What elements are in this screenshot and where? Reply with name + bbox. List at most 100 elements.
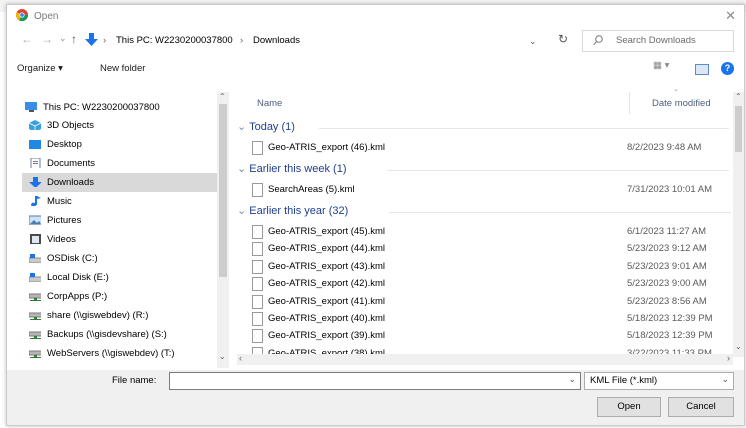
- file-row[interactable]: SearchAreas (5).kml 7/31/2023 10:01 AM: [237, 182, 737, 198]
- group-header-label: Today (1): [249, 121, 295, 133]
- group-divider: [387, 170, 729, 171]
- group-header[interactable]: ⌄ Today (1): [237, 120, 295, 136]
- nav-item[interactable]: Downloads: [22, 173, 219, 192]
- file-name: SearchAreas (5).kml: [268, 184, 355, 195]
- preview-pane-icon[interactable]: [695, 64, 709, 75]
- collapse-chevron-icon[interactable]: ⌄: [237, 163, 249, 175]
- scroll-down-arrow-icon[interactable]: ⌄: [219, 352, 226, 361]
- file-icon: [252, 329, 263, 344]
- file-name-dropdown-chevron-icon[interactable]: ⌄: [568, 374, 576, 385]
- collapse-chevron-icon[interactable]: ⌄: [237, 205, 249, 217]
- nav-item[interactable]: CorpApps (P:): [22, 287, 219, 306]
- file-icon: [252, 183, 263, 197]
- file-date-modified: 6/1/2023 11:27 AM: [627, 226, 707, 237]
- file-list-scrollbar[interactable]: ⌃ ⌄: [733, 92, 744, 357]
- nav-pane-scrollbar-thumb[interactable]: [219, 104, 227, 277]
- recent-locations-chevron-icon[interactable]: ⌄: [59, 33, 67, 44]
- nav-item[interactable]: Documents: [22, 154, 219, 173]
- search-placeholder: Search Downloads: [616, 35, 696, 46]
- scroll-up-arrow-icon[interactable]: ⌃: [735, 92, 742, 101]
- nav-item[interactable]: share (\\giswebdev) (R:): [22, 306, 219, 325]
- network-drive-icon: [29, 312, 41, 320]
- address-bar[interactable]: › This PC: W2230200037800 › Downloads: [80, 30, 552, 52]
- file-date-modified: 7/31/2023 10:01 AM: [627, 184, 713, 195]
- file-row[interactable]: Geo-ATRIS_export (40).kml 5/18/2023 12:39…: [237, 311, 737, 327]
- nav-item[interactable]: Videos: [22, 230, 219, 249]
- nav-item[interactable]: Local Disk (E:): [22, 268, 219, 287]
- nav-item[interactable]: WebServers (\\giswebdev) (T:): [22, 344, 219, 363]
- file-icon: [252, 242, 263, 257]
- forward-arrow-icon[interactable]: →: [41, 32, 53, 46]
- nav-item-label: Local Disk (E:): [47, 272, 109, 283]
- file-row[interactable]: Geo-ATRIS_export (42).kml 5/23/2023 9:00 …: [237, 276, 737, 292]
- close-button[interactable]: ✕: [725, 8, 736, 24]
- nav-item[interactable]: Backups (\\gisdevshare) (S:): [22, 325, 219, 344]
- file-row[interactable]: Geo-ATRIS_export (43).kml 5/23/2023 9:01 …: [237, 259, 737, 275]
- dialog-title: Open: [34, 11, 59, 22]
- file-name-input[interactable]: ⌄: [169, 372, 581, 390]
- file-name: Geo-ATRIS_export (42).kml: [268, 278, 386, 290]
- file-row[interactable]: Geo-ATRIS_export (39).kml 5/18/2023 12:39…: [237, 328, 737, 344]
- file-list: ⌄ Today (1) Geo-ATRIS_export (46).kml 8/2/…: [237, 93, 737, 369]
- pictures-icon: [29, 215, 41, 225]
- group-header[interactable]: ⌄ Earlier this year (32): [237, 204, 348, 220]
- address-dropdown-chevron-icon[interactable]: ⌄: [529, 36, 537, 47]
- cube-icon: [29, 120, 41, 130]
- help-icon[interactable]: ?: [721, 62, 734, 75]
- new-folder-button[interactable]: New folder: [100, 63, 145, 74]
- nav-item-label: 3D Objects: [47, 120, 94, 131]
- file-row[interactable]: Geo-ATRIS_export (45).kml 6/1/2023 11:27 …: [237, 224, 737, 240]
- file-row[interactable]: Geo-ATRIS_export (46).kml 8/2/2023 9:48 A…: [237, 140, 737, 156]
- nav-item-label: Desktop: [47, 139, 82, 150]
- nav-item[interactable]: 3D Objects: [22, 116, 219, 135]
- group-header[interactable]: ⌄ Earlier this week (1): [237, 162, 346, 178]
- back-arrow-icon[interactable]: ←: [21, 32, 33, 46]
- file-list-scrollbar-thumb[interactable]: [735, 106, 742, 152]
- scroll-left-arrow-icon[interactable]: ‹: [239, 353, 242, 363]
- network-drive-icon: [29, 331, 41, 339]
- scroll-up-arrow-icon[interactable]: ⌃: [219, 92, 226, 101]
- breadcrumb-downloads[interactable]: Downloads: [253, 35, 300, 46]
- nav-item[interactable]: This PC: W2230200037800: [22, 98, 219, 117]
- refresh-icon[interactable]: ↻: [558, 32, 568, 46]
- collapse-chevron-icon[interactable]: ⌄: [237, 121, 249, 133]
- desktop-icon: [29, 140, 41, 149]
- file-date-modified: 5/18/2023 12:39 PM: [627, 313, 713, 324]
- organize-button[interactable]: Organize ▾: [17, 63, 63, 74]
- file-row[interactable]: Geo-ATRIS_export (41).kml 5/23/2023 8:56 …: [237, 294, 737, 310]
- scroll-right-arrow-icon[interactable]: ›: [727, 353, 730, 363]
- open-button[interactable]: Open: [597, 397, 661, 417]
- breadcrumb-separator: ›: [103, 35, 107, 46]
- nav-item-label: Music: [47, 196, 72, 207]
- nav-pane-scrollbar[interactable]: ⌃ ⌄: [217, 92, 229, 368]
- file-type-chevron-icon[interactable]: ⌄: [721, 374, 729, 385]
- file-name: Geo-ATRIS_export (45).kml: [268, 226, 386, 237]
- nav-item[interactable]: Music: [22, 192, 219, 211]
- address-row: ← → ⌄ ↑ › This PC: W2230200037800 › Down…: [7, 27, 744, 53]
- file-date-modified: 8/2/2023 9:48 AM: [627, 142, 702, 153]
- file-name: Geo-ATRIS_export (46).kml: [268, 142, 386, 153]
- breadcrumb-this-pc[interactable]: This PC: W2230200037800: [116, 35, 233, 46]
- file-type-select[interactable]: KML File (*.kml) ⌄: [584, 372, 734, 390]
- file-icon: [252, 259, 263, 274]
- horizontal-scrollbar[interactable]: ‹ ›: [237, 353, 733, 365]
- file-icon: [252, 225, 263, 239]
- group-divider: [319, 128, 729, 129]
- cancel-button[interactable]: Cancel: [668, 397, 734, 417]
- up-arrow-icon[interactable]: ↑: [71, 32, 77, 46]
- nav-item[interactable]: OSDisk (C:): [22, 249, 219, 268]
- search-icon: [593, 35, 603, 46]
- view-options-icon[interactable]: ▦ ▾: [653, 60, 669, 71]
- nav-item-label: WebServers (\\giswebdev) (T:): [47, 348, 175, 359]
- nav-item-label: Videos: [47, 234, 76, 245]
- file-row[interactable]: Geo-ATRIS_export (44).kml 5/23/2023 9:12 …: [237, 241, 737, 257]
- drive-icon: [29, 254, 41, 263]
- search-input[interactable]: Search Downloads: [582, 30, 734, 52]
- music-note-icon: [31, 196, 41, 206]
- nav-item[interactable]: Desktop: [22, 135, 219, 154]
- group-header-label: Earlier this year (32): [249, 205, 349, 217]
- scroll-down-arrow-icon[interactable]: ⌄: [735, 342, 742, 351]
- documents-icon: [30, 158, 41, 168]
- nav-item-label: Downloads: [47, 177, 94, 188]
- nav-item[interactable]: Pictures: [22, 211, 219, 230]
